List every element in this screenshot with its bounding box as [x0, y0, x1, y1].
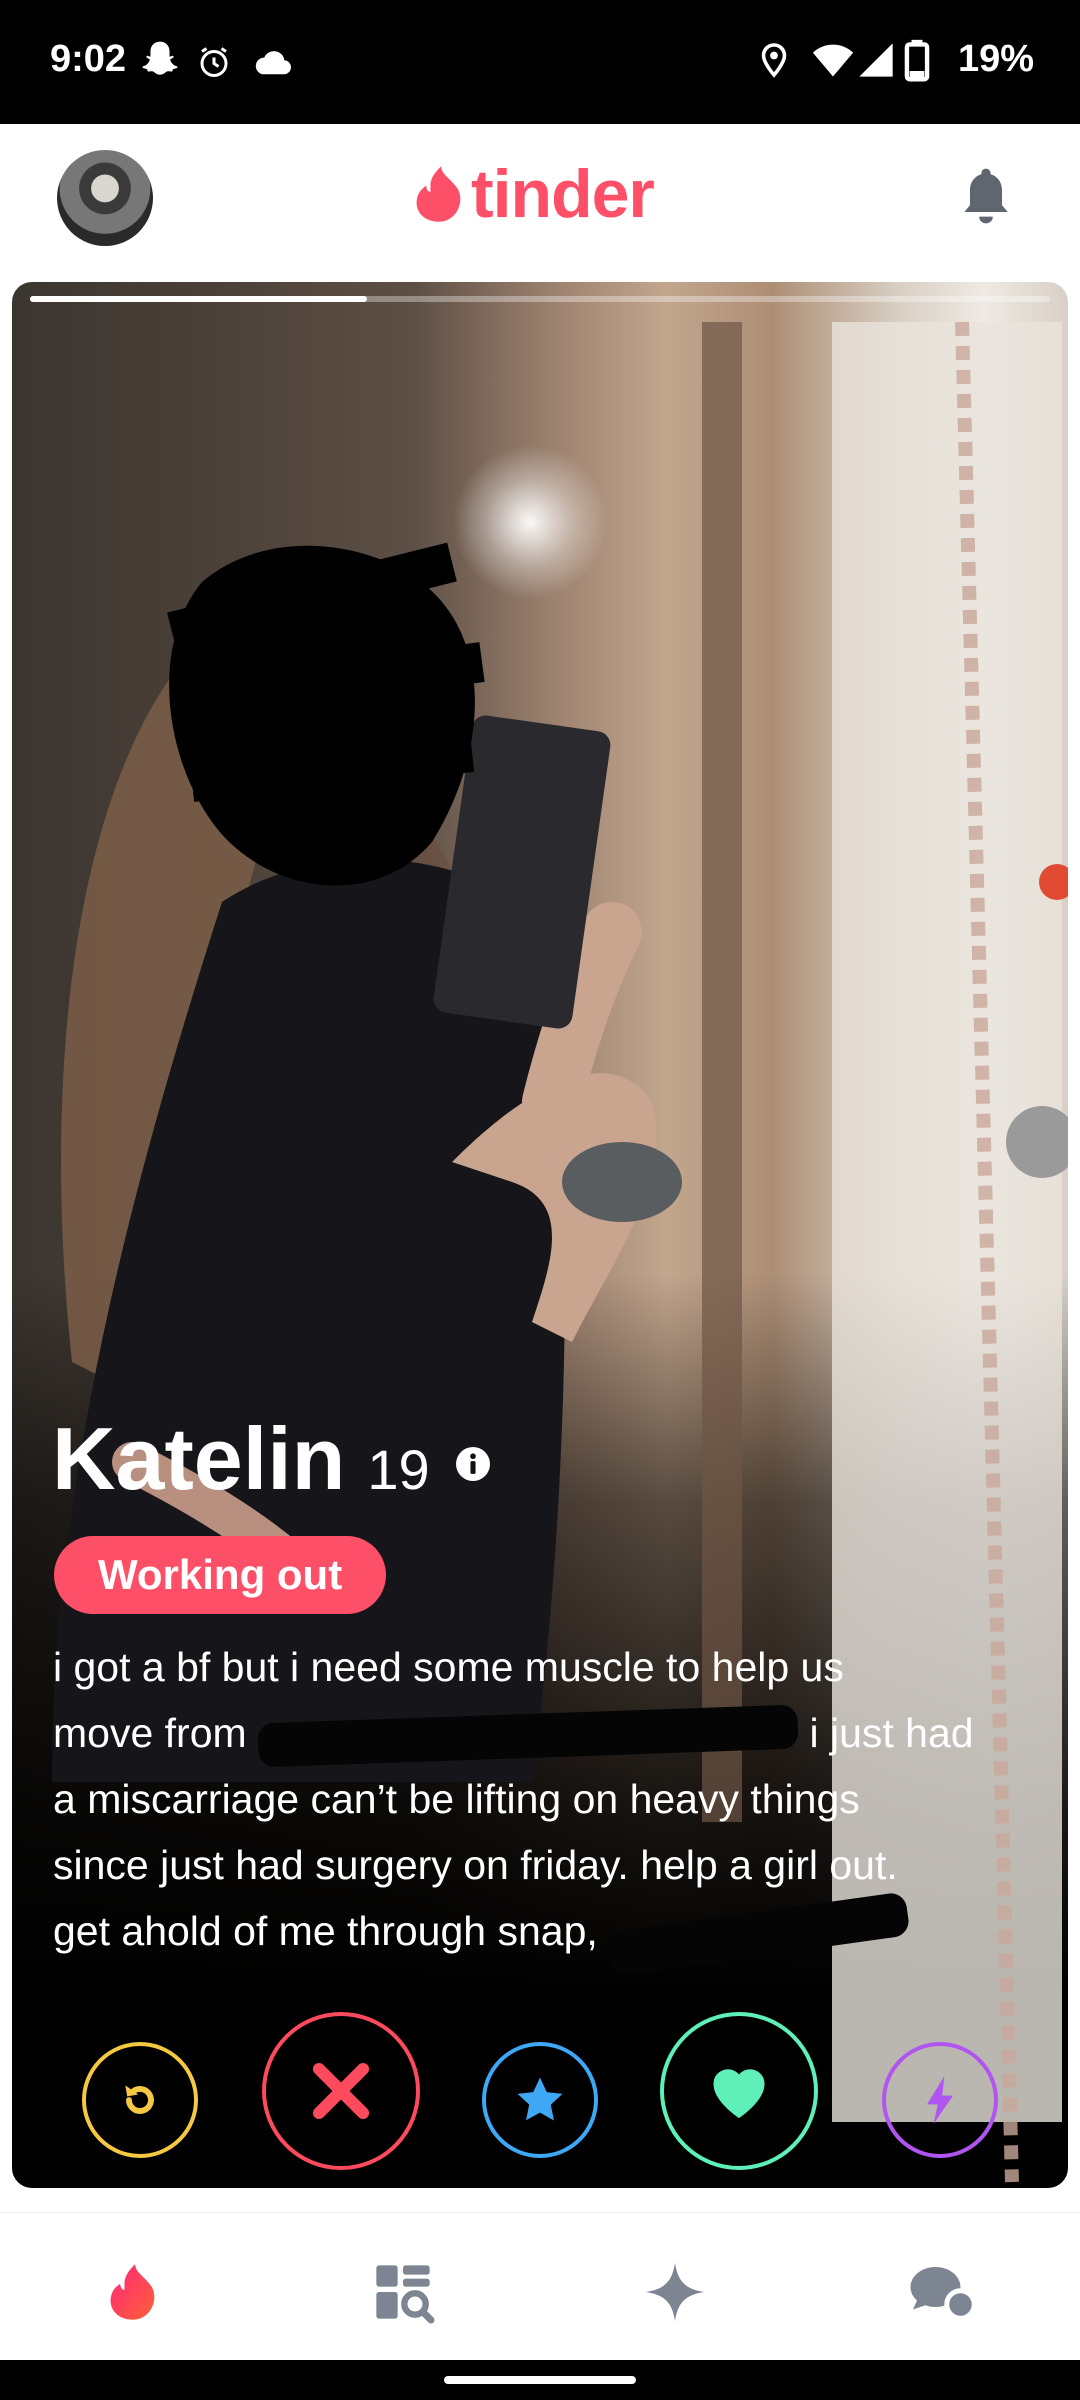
bio-line: i got a bf but i need some muscle to hel… — [53, 1644, 844, 1690]
bio-line: get ahold of me through snap, — [53, 1891, 1033, 1977]
chat-icon — [910, 2267, 977, 2321]
rewind-icon — [125, 2085, 154, 2114]
nav-likes[interactable] — [640, 2257, 710, 2327]
alarm-icon — [200, 47, 228, 77]
bio-line: since just had surgery on friday. help a… — [53, 1842, 898, 1888]
info-icon[interactable] — [455, 1447, 490, 1481]
location-icon — [761, 43, 787, 78]
nav-explore[interactable] — [368, 2257, 438, 2327]
profile-bio: i got a bf but i need some muscle to hel… — [53, 1634, 1033, 1977]
interest-chip: Working out — [54, 1536, 387, 1614]
sparkle-icon — [645, 2262, 705, 2322]
nope-button[interactable] — [262, 2012, 420, 2170]
flame-icon — [110, 2264, 155, 2320]
flame-logo-icon — [416, 166, 461, 222]
explore-icon — [376, 2265, 435, 2324]
gesture-area — [0, 2360, 1080, 2400]
photo-progress-track — [30, 296, 1050, 302]
profile-age: 19 — [367, 1438, 430, 1501]
bell-icon[interactable] — [958, 164, 1014, 228]
status-bar: 9:02 19% — [0, 0, 1080, 124]
bio-line: move from i just had — [53, 1700, 1033, 1768]
star-icon — [517, 2077, 563, 2121]
profile-name-row: Katelin 19 — [52, 1408, 490, 1510]
logo-wordmark: tinder — [471, 156, 655, 232]
boost-button[interactable] — [882, 2042, 998, 2158]
photo-progress-indicator — [30, 296, 367, 302]
snapchat-icon — [142, 41, 178, 75]
rewind-button[interactable] — [82, 2042, 198, 2158]
bio-line: a miscarriage can’t be lifting on heavy … — [53, 1776, 860, 1822]
action-bar — [12, 2012, 1068, 2172]
profile-name: Katelin — [52, 1409, 346, 1508]
signal-icon — [859, 43, 893, 77]
cloud-icon — [255, 51, 291, 75]
x-icon — [312, 2062, 370, 2120]
app-header: tinder — [0, 124, 1080, 280]
like-button[interactable] — [660, 2012, 818, 2170]
nav-chats[interactable] — [908, 2257, 978, 2327]
heart-icon — [713, 2069, 765, 2118]
bottom-navigation — [0, 2212, 1080, 2361]
redacted-text — [257, 1704, 799, 1768]
super-like-button[interactable] — [482, 2042, 598, 2158]
nav-swipe[interactable] — [98, 2257, 168, 2327]
profile-card[interactable]: Katelin 19 Working out i got a bf but i … — [12, 282, 1068, 2188]
wifi-icon — [812, 44, 854, 77]
home-gesture-bar[interactable] — [444, 2376, 636, 2384]
tinder-logo: tinder — [413, 154, 655, 234]
status-time: 9:02 — [50, 38, 127, 80]
battery-icon — [904, 39, 930, 82]
battery-percentage: 19% — [957, 38, 1034, 80]
profile-avatar[interactable] — [57, 150, 153, 246]
lightning-icon — [927, 2076, 953, 2124]
